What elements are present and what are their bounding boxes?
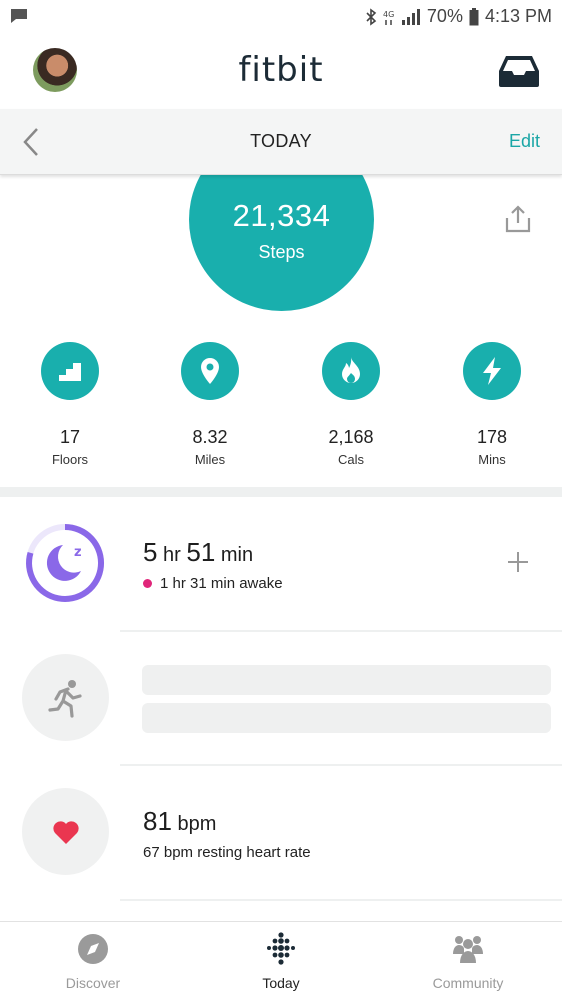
stat-value: 178 xyxy=(476,427,508,447)
sleep-hours: 5 xyxy=(143,537,158,567)
stat-floors[interactable]: 17 Floors xyxy=(10,342,130,467)
nav-discover[interactable]: Discover xyxy=(23,922,163,991)
loading-placeholder xyxy=(142,665,551,695)
tile-divider xyxy=(120,899,562,901)
message-notification-icon xyxy=(11,9,27,23)
stats-row: 17 Floors 8.32 Miles 2,168 Cals 178 Mins xyxy=(0,342,562,472)
stat-label: Miles xyxy=(194,452,226,467)
add-icon[interactable] xyxy=(506,550,530,574)
signal-icon xyxy=(401,8,420,25)
status-bar: 4G 70% 4:13 PM xyxy=(0,0,562,34)
app-logo: fitbit xyxy=(238,50,324,90)
stairs-icon xyxy=(41,342,99,400)
nav-community[interactable]: Community xyxy=(398,922,538,991)
stat-miles[interactable]: 8.32 Miles xyxy=(150,342,270,467)
sleep-minutes: 51 xyxy=(186,537,216,567)
location-pin-icon xyxy=(181,342,239,400)
running-person-icon xyxy=(47,679,82,718)
heart-rate: 81 bpm xyxy=(143,806,216,837)
sleep-tile[interactable]: z 5 hr 51 min 1 hr 31 min awake xyxy=(0,497,562,632)
steps-value: 21,334 xyxy=(232,198,331,233)
exercise-icon-circle xyxy=(22,654,109,741)
sleep-duration: 5 hr 51 min xyxy=(143,537,253,568)
sleep-ring-icon: z xyxy=(26,524,104,602)
steps-label: Steps xyxy=(258,242,305,262)
nav-today[interactable]: Today xyxy=(211,922,351,991)
edit-button[interactable]: Edit xyxy=(509,131,540,152)
nav-label: Discover xyxy=(65,975,121,991)
awake-dot-icon xyxy=(143,578,152,588)
flame-icon xyxy=(322,342,380,400)
nav-label: Today xyxy=(262,975,300,991)
stat-label: Mins xyxy=(478,452,506,467)
stat-value: 8.32 xyxy=(192,427,228,447)
heart-rate-value: 81 xyxy=(143,806,172,836)
heart-icon-circle xyxy=(22,788,109,875)
app-header: fitbit xyxy=(0,34,562,109)
bottom-navigation: Discover Today Community xyxy=(0,921,562,999)
network-4g-icon: 4G xyxy=(383,10,394,25)
resting-heart-rate: 67 bpm resting heart rate xyxy=(143,844,311,861)
date-navigation-bar: TODAY Edit xyxy=(0,109,562,175)
fitbit-dots-icon xyxy=(267,932,295,965)
share-icon[interactable] xyxy=(503,204,533,234)
compass-icon xyxy=(78,934,108,964)
community-icon xyxy=(453,936,483,963)
svg-text:4G: 4G xyxy=(383,10,394,19)
status-icons: 4G 70% 4:13 PM xyxy=(365,6,552,27)
nav-label: Community xyxy=(432,975,504,991)
stat-label: Floors xyxy=(51,452,89,467)
heart-icon xyxy=(52,820,79,844)
date-title: TODAY xyxy=(250,131,312,151)
exercise-tile[interactable] xyxy=(0,632,562,766)
svg-text:z: z xyxy=(74,545,82,560)
clock: 4:13 PM xyxy=(484,6,552,26)
lightning-icon xyxy=(463,342,521,400)
section-divider xyxy=(0,487,562,497)
loading-placeholder xyxy=(142,703,551,733)
battery-percent: 70% xyxy=(426,6,463,26)
sleep-awake-text: 1 hr 31 min awake xyxy=(160,575,283,592)
stat-value: 2,168 xyxy=(328,427,374,447)
bluetooth-icon xyxy=(366,7,377,26)
sleep-awake-line: 1 hr 31 min awake xyxy=(143,575,283,592)
inbox-icon[interactable] xyxy=(498,54,540,88)
stat-active-minutes[interactable]: 178 Mins xyxy=(432,342,552,467)
sleep-minutes-unit: min xyxy=(220,544,254,566)
stat-cals[interactable]: 2,168 Cals xyxy=(291,342,411,467)
battery-icon xyxy=(469,7,479,25)
sleep-hours-unit: hr xyxy=(163,544,181,566)
stat-value: 17 xyxy=(59,427,81,447)
heart-rate-tile[interactable]: 81 bpm 67 bpm resting heart rate xyxy=(0,766,562,901)
heart-rate-unit: bpm xyxy=(177,813,217,835)
stat-label: Cals xyxy=(337,452,364,467)
